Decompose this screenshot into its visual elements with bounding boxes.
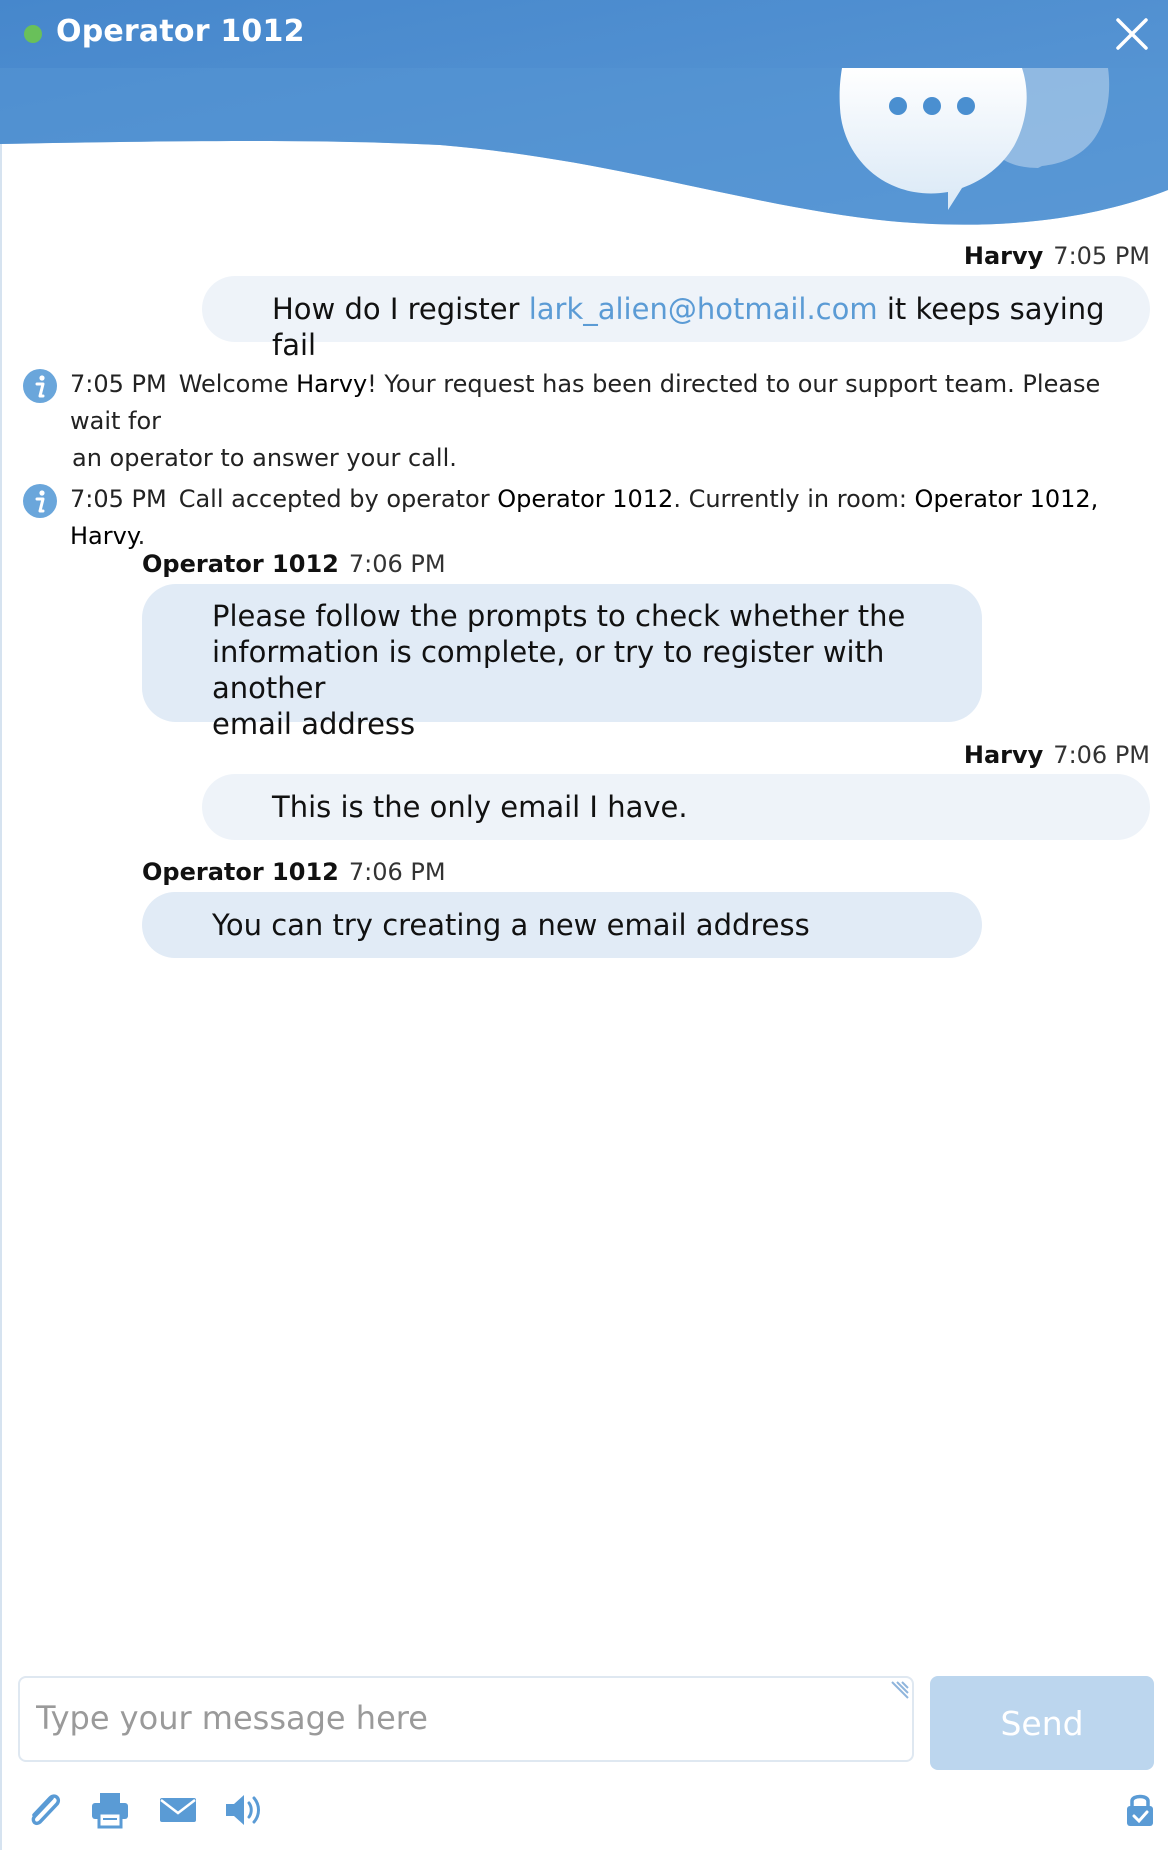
system-time: 7:05 PM: [70, 370, 167, 398]
operator-name: Operator 1012: [497, 485, 674, 513]
visitor-message-bubble: This is the only email I have.: [202, 774, 1150, 840]
operator-message-bubble: Please follow the prompts to check wheth…: [142, 584, 982, 741]
message-meta: Operator 1012 7:06 PM: [142, 858, 446, 886]
message-meta: Operator 1012 7:06 PM: [142, 550, 446, 578]
message-text: How do I register lark_alien@hotmail.com…: [272, 292, 1105, 362]
message-text: You can try creating a new email address: [212, 908, 810, 942]
paperclip-icon[interactable]: [22, 1788, 66, 1832]
chat-window: Operator 1012 Harvy 7:05 PM How do I regi…: [0, 0, 1168, 1850]
speaker-icon[interactable]: [222, 1788, 266, 1832]
lock-icon[interactable]: [1118, 1788, 1162, 1832]
message-input-container: [18, 1676, 914, 1762]
email-link[interactable]: lark_alien@hotmail.com: [529, 292, 878, 326]
message-time: 7:05 PM: [1053, 242, 1150, 270]
system-message: 7:05 PM Welcome Harvy! Your request has b…: [22, 366, 1152, 472]
system-text-line2: an operator to answer your call.: [72, 444, 457, 472]
online-status-icon: [24, 25, 42, 43]
resize-grip-icon[interactable]: [888, 1680, 910, 1702]
message-text: This is the only email I have.: [272, 790, 688, 824]
message-time: 7:06 PM: [348, 550, 446, 578]
info-icon: [23, 484, 57, 518]
message-author: Operator 1012: [142, 550, 339, 578]
system-message: 7:05 PM Call accepted by operator Operato…: [22, 481, 1152, 550]
operator-message-bubble: You can try creating a new email address: [142, 892, 982, 958]
message-author: Harvy: [963, 242, 1044, 270]
user-name: Harvy: [296, 370, 368, 398]
system-time: 7:05 PM: [70, 485, 167, 513]
message-time: 7:06 PM: [1053, 741, 1150, 769]
close-icon[interactable]: [1110, 12, 1154, 56]
send-button[interactable]: Send: [930, 1676, 1154, 1770]
message-author: Operator 1012: [142, 858, 339, 886]
visitor-message-bubble: How do I register lark_alien@hotmail.com…: [202, 276, 1150, 362]
message-meta: Harvy 7:06 PM: [964, 741, 1150, 769]
printer-icon[interactable]: [88, 1788, 132, 1832]
message-input[interactable]: [36, 1692, 876, 1744]
message-meta: Harvy 7:05 PM: [964, 242, 1150, 270]
message-time: 7:06 PM: [348, 858, 446, 886]
message-text: Please follow the prompts to check wheth…: [212, 599, 906, 741]
operator-title: Operator 1012: [56, 14, 305, 49]
message-author: Harvy: [963, 741, 1044, 769]
info-icon: [23, 369, 57, 403]
mail-icon[interactable]: [156, 1788, 200, 1832]
